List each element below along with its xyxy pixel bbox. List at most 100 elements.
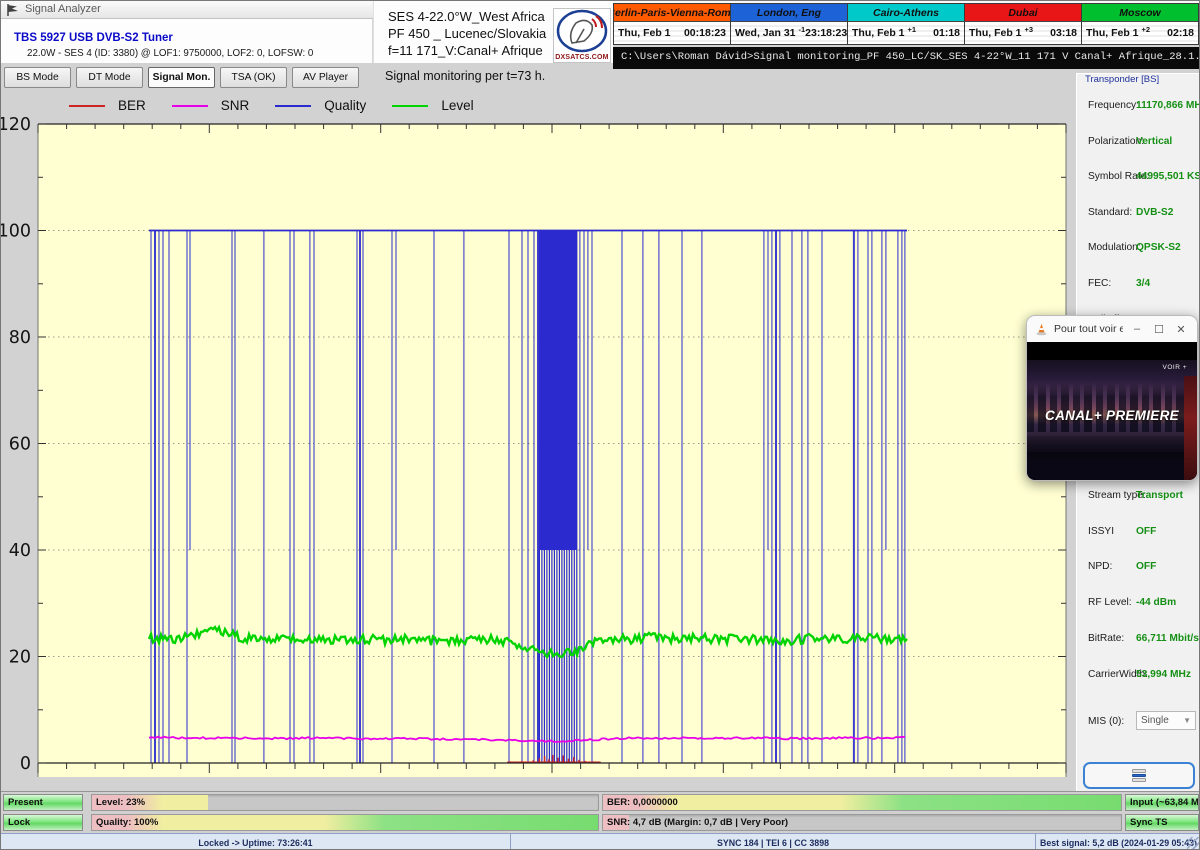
svg-text:40: 40 [9, 541, 31, 561]
tab-dt-mode[interactable]: DT Mode [76, 67, 143, 88]
field-value: -44 dBm [1136, 597, 1176, 608]
clock-utc-offset: +3 [1025, 25, 1034, 34]
legend-label: BER [118, 98, 146, 113]
clock-date: Wed, Jan 31 [735, 27, 796, 39]
clock-city-label: Dubai [965, 4, 1081, 22]
vlc-titlebar[interactable]: Pour tout voir et to... – ☐ ✕ [1027, 316, 1197, 342]
clock-dubai: DubaiThu, Feb 1+303:18 [965, 4, 1082, 44]
field-label: BitRate: [1088, 633, 1124, 644]
logo-text: DXSATCS.COM [554, 54, 610, 61]
vlc-window[interactable]: Pour tout voir et to... – ☐ ✕ VOIR + CAN… [1026, 315, 1198, 481]
clock-time-row: Thu, Feb 1+2 02:18 [1082, 22, 1198, 44]
sync-ts-indicator: Sync TS [1125, 814, 1199, 831]
field-label: RF Level: [1088, 597, 1132, 608]
minimize-button[interactable]: – [1129, 323, 1145, 335]
tuner-name: TBS 5927 USB DVB-S2 Tuner [14, 32, 173, 44]
legend-item-snr: SNR [172, 98, 250, 113]
clock-time-row: Thu, Feb 1+101:18 [848, 22, 964, 44]
field-label: ISSYI [1088, 526, 1114, 537]
clock-date: Thu, Feb 1 [1086, 27, 1139, 39]
session-line-satellite: SES 4-22.0°W_West Africa [388, 9, 545, 24]
tab-av-player[interactable]: AV Player [292, 67, 359, 88]
tuner-panel: TBS 5927 USB DVB-S2 Tuner 22.0W - SES 4 … [1, 19, 373, 63]
input-indicator: Input (~63,84 Mbps) [1125, 794, 1199, 811]
panel-stream-button[interactable] [1083, 762, 1195, 789]
field-value: QPSK-S2 [1136, 242, 1181, 253]
field-modulation-: Modulation:QPSK-S2 [1077, 242, 1200, 258]
svg-text:0: 0 [20, 754, 31, 774]
field-value: 44995,501 KS/s [1136, 171, 1200, 182]
resize-grip[interactable] [1187, 837, 1199, 849]
clock-city-label: Moscow [1082, 4, 1198, 22]
lock-indicator: Lock [3, 814, 83, 831]
tuner-details: 22.0W - SES 4 (ID: 3380) @ LOF1: 9750000… [27, 48, 313, 59]
close-button[interactable]: ✕ [1173, 323, 1189, 336]
field-value: Vertical [1136, 136, 1172, 147]
field-rf-level-: RF Level: -44 dBm [1077, 597, 1200, 613]
satellite-dish-icon [554, 9, 610, 53]
chevron-down-icon: ▼ [1183, 716, 1191, 725]
legend-dash [172, 105, 208, 107]
quality-bar-label: Quality: 100% [96, 817, 158, 828]
transponder-header: Transponder [BS] [1085, 74, 1159, 85]
legend-dash [275, 105, 311, 107]
clock-berlin-paris-vienna-roma: Berlin-Paris-Vienna-RomaThu, Feb 100:18:… [614, 4, 731, 44]
present-indicator: Present [3, 794, 83, 811]
tab-signal-mon-[interactable]: Signal Mon. [148, 67, 215, 88]
snr-bar: SNR: 4,7 dB (Margin: 0,7 dB | Very Poor) [602, 814, 1122, 831]
field-symbol-rate-: Symbol Rate:44995,501 KS/s [1077, 171, 1200, 187]
snr-bar-label: SNR: 4,7 dB (Margin: 0,7 dB | Very Poor) [607, 817, 788, 828]
clock-time-row: Thu, Feb 1+303:18 [965, 22, 1081, 44]
legend-label: SNR [221, 98, 250, 113]
clock-time: 02:18 [1167, 27, 1194, 39]
mis-label: MIS (0): [1088, 716, 1124, 727]
dxsatcs-logo: DXSATCS.COM [553, 8, 611, 63]
field-label: Frequency: [1088, 100, 1139, 111]
footer-statusbar: Locked -> Uptime: 73:26:41 SYNC 184 | TE… [1, 833, 1200, 850]
clock-moscow: Moscow Thu, Feb 1+2 02:18 [1082, 4, 1198, 44]
field-npd-: NPD:OFF [1077, 561, 1200, 577]
level-bar-label: Level: 23% [96, 797, 145, 808]
field-issyi: ISSYIOFF [1077, 526, 1200, 542]
clock-time-row: Thu, Feb 100:18:23 [614, 22, 730, 44]
field-label: NPD: [1088, 561, 1112, 572]
session-line-frequency: f=11 171_V:Canal+ Afrique [388, 43, 543, 58]
maximize-button[interactable]: ☐ [1151, 323, 1167, 336]
server-icon [1132, 769, 1146, 782]
clock-time: 00:18:23 [684, 27, 726, 39]
footer-sync-counters: SYNC 184 | TEI 6 | CC 3898 [511, 834, 1036, 850]
clock-london-eng: London, EngWed, Jan 31-123:18:23 [731, 4, 848, 44]
clock-cairo-athens: Cairo-AthensThu, Feb 1+101:18 [848, 4, 965, 44]
clock-city-label: Berlin-Paris-Vienna-Roma [614, 4, 730, 22]
clock-date: Thu, Feb 1 [852, 27, 905, 39]
legend-label: Quality [324, 98, 366, 113]
console-titlebar: C:\Users\Roman Dávid>Signal monitoring_P… [613, 47, 1200, 69]
mis-dropdown[interactable]: Single ▼ [1136, 711, 1196, 730]
video-foreground [1027, 436, 1197, 481]
chart-legend: BERSNRQualityLevel [69, 98, 474, 113]
field-value: 11170,866 MHz [1136, 100, 1200, 111]
field-stream-type-: Stream type:Transport [1077, 490, 1200, 506]
level-bar: Level: 23% [91, 794, 599, 811]
svg-text:20: 20 [9, 648, 31, 668]
tab-bs-mode[interactable]: BS Mode [4, 67, 71, 88]
vlc-window-title: Pour tout voir et to... [1054, 323, 1123, 335]
footer-uptime: Locked -> Uptime: 73:26:41 [1, 834, 511, 850]
field-label: Standard: [1088, 207, 1132, 218]
app-title: Signal Analyzer [25, 3, 101, 15]
video-red-building [1184, 376, 1197, 481]
video-brand-text: CANAL+ PREMIERE [1027, 408, 1197, 423]
field-value: 53,994 MHz [1136, 669, 1191, 680]
clock-utc-offset: +2 [1142, 25, 1151, 34]
signal-analyzer-window: Signal Analyzer TBS 5927 USB DVB-S2 Tune… [0, 0, 1200, 850]
field-fec-: FEC:3/4 [1077, 278, 1200, 294]
quality-bar-fill [92, 815, 598, 830]
legend-item-ber: BER [69, 98, 146, 113]
vlc-video-area[interactable]: VOIR + CANAL+ PREMIERE [1027, 342, 1197, 481]
field-label: FEC: [1088, 278, 1111, 289]
field-label: Modulation: [1088, 242, 1141, 253]
tab-bar: BS ModeDT ModeSignal Mon.TSA (OK)AV Play… [4, 67, 359, 88]
tab-tsa-ok-[interactable]: TSA (OK) [220, 67, 287, 88]
field-polarization-: Polarization:Vertical [1077, 136, 1200, 152]
field-value: DVB-S2 [1136, 207, 1173, 218]
